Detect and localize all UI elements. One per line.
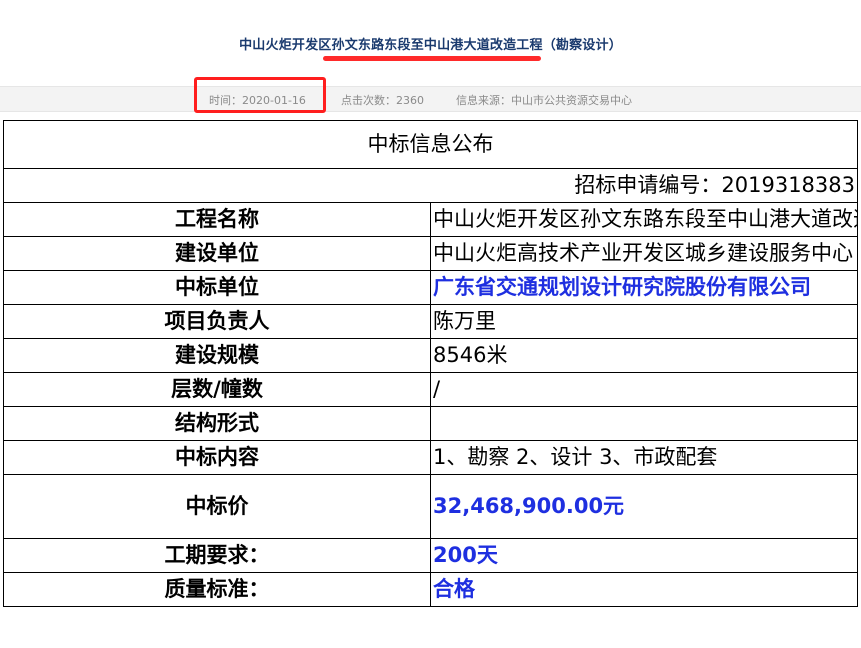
application-number-row: 招标申请编号：2019318383 [3, 168, 858, 203]
article-meta-bar: 时间：2020-01-16 点击次数：2360 信息来源：中山市公共资源交易中心 [0, 86, 861, 112]
quality-value: 合格 [430, 572, 858, 607]
table-row-owner: 建设单位 中山火炬高技术产业开发区城乡建设服务中心 [3, 236, 858, 271]
row-label: 中标价 [3, 474, 431, 539]
table-heading: 中标信息公布 [3, 120, 858, 169]
scale-value: 8546米 [430, 338, 858, 373]
row-label: 项目负责人 [3, 304, 431, 339]
structure-value [430, 406, 858, 441]
duration-value: 200天 [430, 538, 858, 573]
winner-value: 广东省交通规划设计研究院股份有限公司 [430, 270, 858, 305]
click-count: 点击次数：2360 [341, 94, 424, 107]
row-label: 层数/幢数 [3, 372, 431, 407]
article-title: 中山火炬开发区孙文东路东段至中山港大道改造工程（勘察设计） [239, 38, 622, 53]
floors-value: / [430, 372, 858, 407]
table-row-price: 中标价 32,468,900.00元 [3, 474, 858, 539]
table-row-structure: 结构形式 [3, 406, 858, 441]
scope-value: 1、勘察 2、设计 3、市政配套 [430, 440, 858, 475]
table-heading-row: 中标信息公布 [3, 120, 858, 169]
table-row-quality: 质量标准： 合格 [3, 572, 858, 607]
application-number: 招标申请编号：2019318383 [3, 168, 858, 203]
bid-result-table: 中标信息公布 招标申请编号：2019318383 工程名称 中山火炬开发区孙文东… [3, 120, 858, 607]
row-label: 工程名称 [3, 202, 431, 237]
bid-price-value: 32,468,900.00元 [430, 474, 858, 539]
row-label: 中标内容 [3, 440, 431, 475]
time-highlight-box [194, 77, 326, 113]
table-row-project-name: 工程名称 中山火炬开发区孙文东路东段至中山港大道改造工程（勘察设计） [3, 202, 858, 237]
table-row-floors: 层数/幢数 / [3, 372, 858, 407]
project-lead-value: 陈万里 [430, 304, 858, 339]
info-source: 信息来源：中山市公共资源交易中心 [456, 94, 632, 107]
table-row-scale: 建设规模 8546米 [3, 338, 858, 373]
project-name-value: 中山火炬开发区孙文东路东段至中山港大道改造工程（勘察设计） [430, 202, 858, 237]
row-label: 结构形式 [3, 406, 431, 441]
table-row-duration: 工期要求： 200天 [3, 538, 858, 573]
row-label: 建设单位 [3, 236, 431, 271]
title-highlight-mark [323, 56, 541, 61]
row-label: 中标单位 [3, 270, 431, 305]
owner-value: 中山火炬高技术产业开发区城乡建设服务中心 [430, 236, 858, 271]
table-row-winner: 中标单位 广东省交通规划设计研究院股份有限公司 [3, 270, 858, 305]
row-label: 建设规模 [3, 338, 431, 373]
table-row-project-lead: 项目负责人 陈万里 [3, 304, 858, 339]
table-row-scope: 中标内容 1、勘察 2、设计 3、市政配套 [3, 440, 858, 475]
row-label: 质量标准： [3, 572, 431, 607]
row-label: 工期要求： [3, 538, 431, 573]
